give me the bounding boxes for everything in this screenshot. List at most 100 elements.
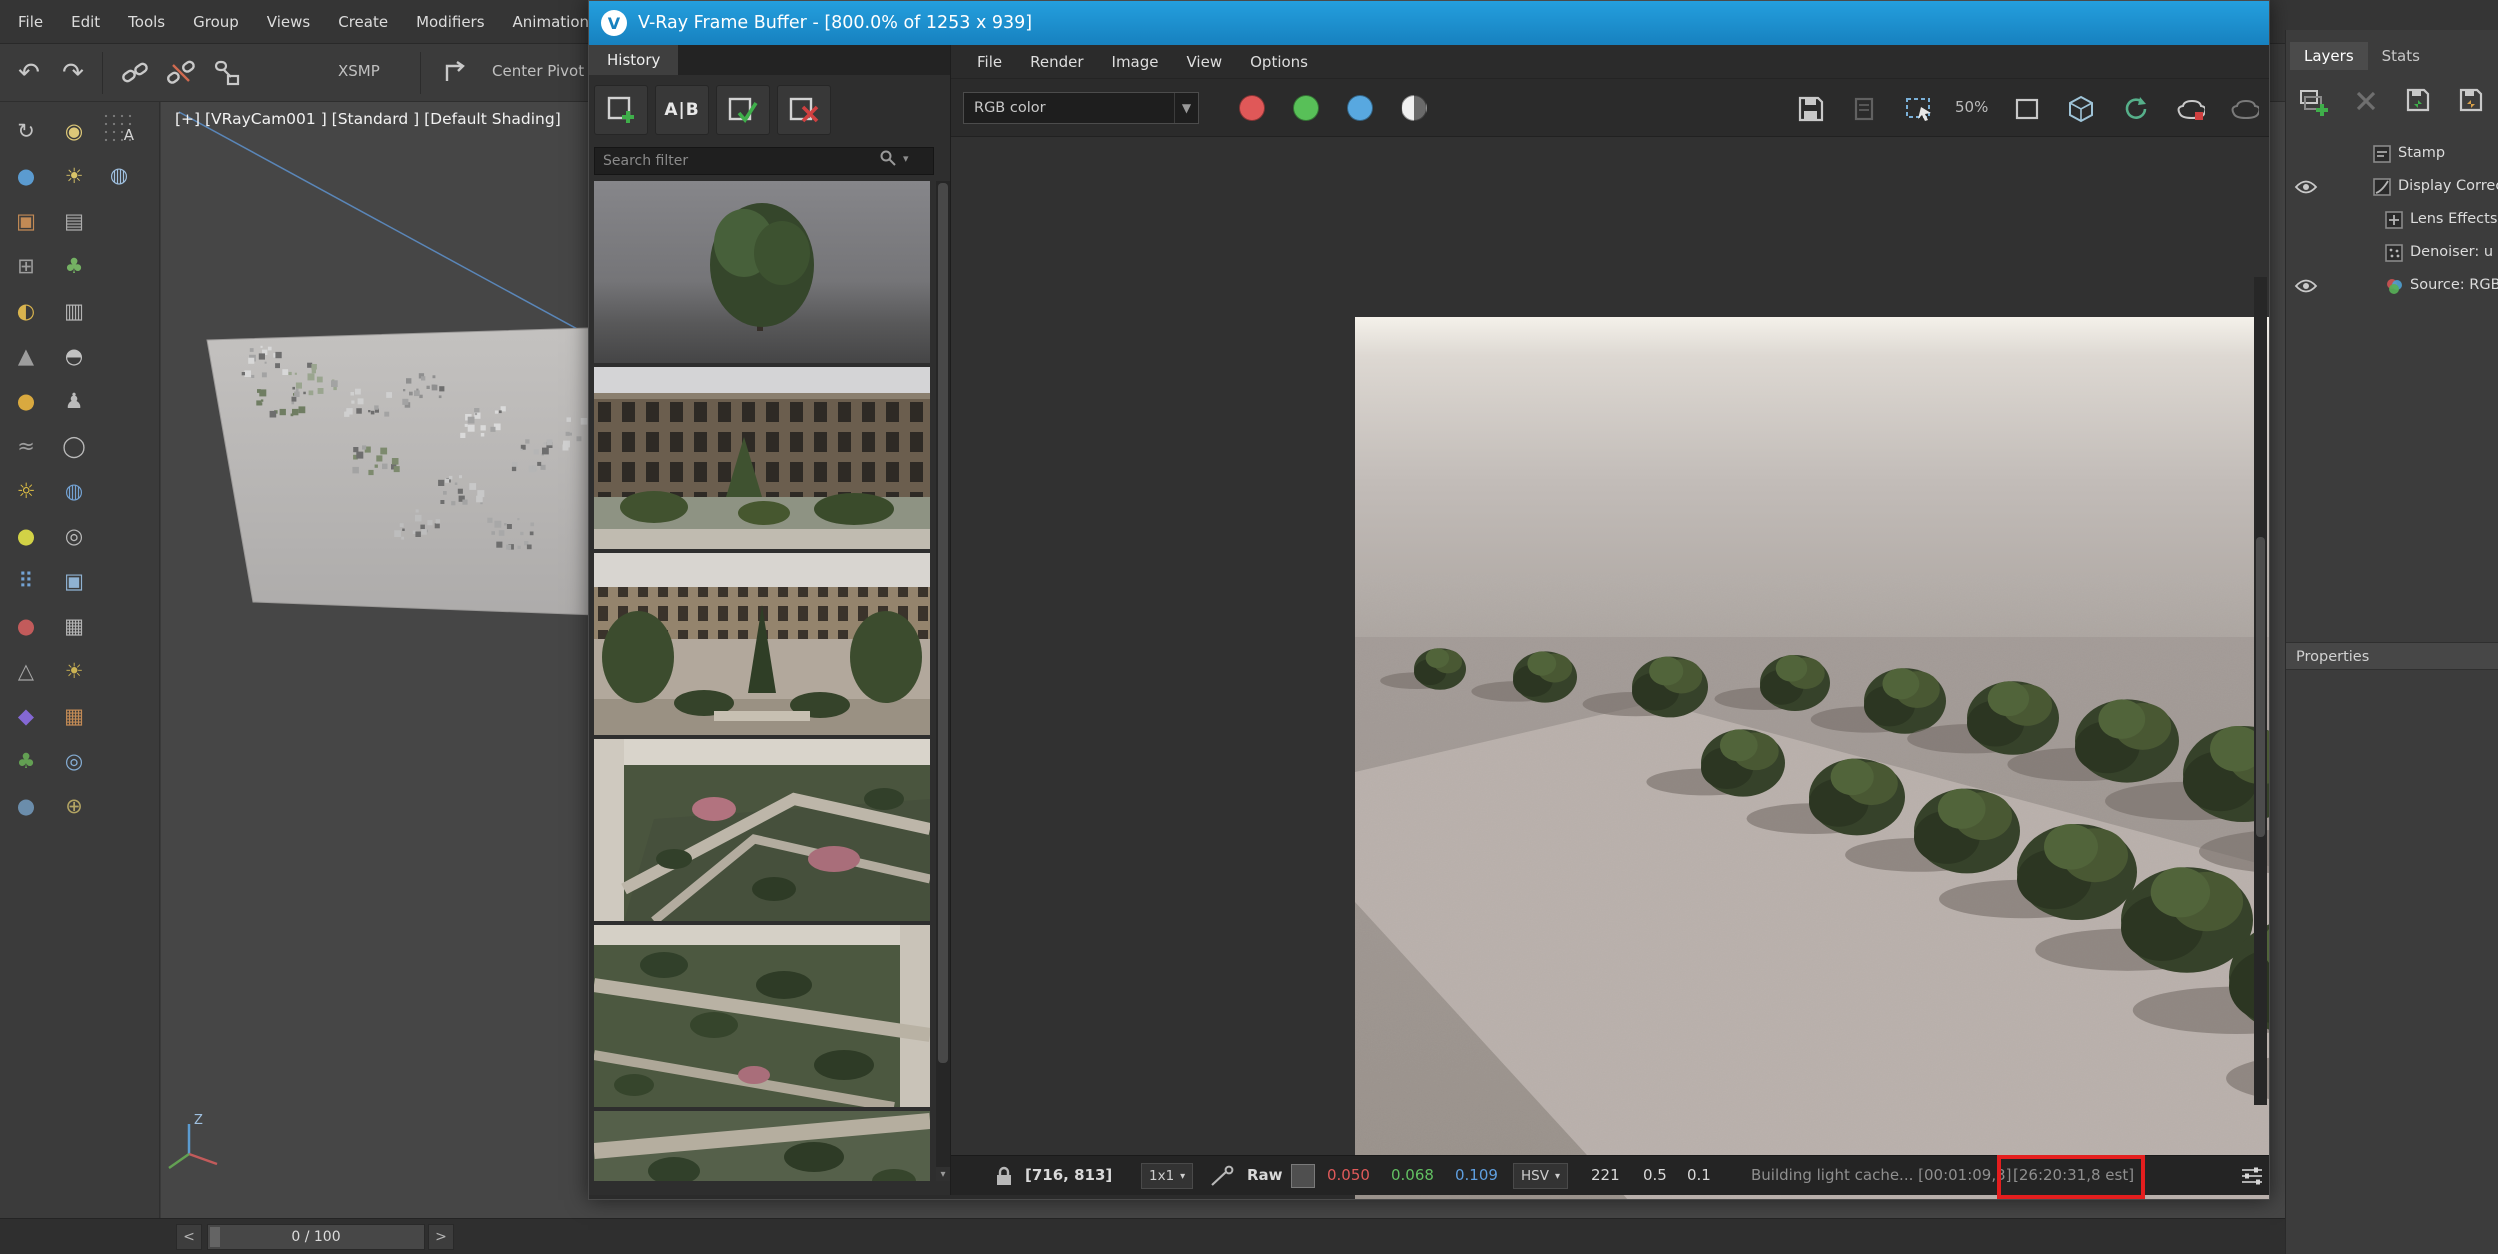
time-slider-handle[interactable] [210,1227,220,1247]
layer-row-lens-effects[interactable]: Lens Effects [2286,204,2498,237]
prev-frame-button[interactable]: < [176,1224,202,1250]
load-layer-tree-icon[interactable] [2451,80,2493,122]
alpha-channel-button[interactable] [1401,95,1427,121]
render-vertical-scrollbar[interactable] [2254,277,2267,1105]
material-ball-icon[interactable]: ◐ [7,292,45,330]
zoom-level-label[interactable]: 50% [1955,98,1988,116]
eye-icon[interactable] [2294,179,2318,199]
plant-icon[interactable]: ♣ [7,742,45,780]
nav-sphere-icon[interactable]: ● [7,787,45,825]
wave-icon[interactable]: ≈ [7,427,45,465]
sun-bright-icon[interactable]: ☼ [7,472,45,510]
layer-row-source-rgb[interactable]: Source: RGB [2286,270,2498,303]
vfb-menu-file[interactable]: File [963,45,1016,78]
render-canvas-area[interactable] [951,137,2269,1199]
red-sphere-icon[interactable]: ● [7,607,45,645]
region-render-icon[interactable] [1899,91,1939,127]
wheel-icon[interactable]: ⊕ [55,787,93,825]
render-scrollbar-thumb[interactable] [2256,537,2265,837]
render-cube-icon[interactable] [2061,91,2101,127]
render-image[interactable] [1355,317,2270,1200]
history-scrollbar[interactable]: ▾ [936,181,950,1181]
search-icon[interactable] [879,149,897,167]
dots-grid-icon[interactable]: ⠿ [7,562,45,600]
history-thumbnail[interactable] [594,181,930,363]
hsv-mode-dropdown[interactable]: HSV ▾ [1513,1163,1568,1189]
camera-slate-icon[interactable]: ▤ [55,202,93,240]
vfb-menu-image[interactable]: Image [1098,45,1173,78]
redo-icon[interactable]: ↷ [54,54,92,92]
tab-stats[interactable]: Stats [2368,42,2434,70]
vfb-menu-options[interactable]: Options [1236,45,1322,78]
search-filter-caret-icon[interactable]: ▾ [903,152,909,165]
unlink-selection-icon[interactable] [162,54,200,92]
set-a-button[interactable] [716,85,770,135]
select-and-link-icon[interactable] [116,54,154,92]
menu-tools[interactable]: Tools [114,0,179,44]
copy-image-icon[interactable] [1845,91,1885,127]
vfb-title-bar[interactable]: V V-Ray Frame Buffer - [800.0% of 1253 x… [589,1,2269,45]
helper-icon[interactable]: ◓ [55,337,93,375]
light-bulb-icon[interactable]: ◉ [55,112,93,150]
history-thumbnail[interactable] [594,925,930,1107]
history-scrollbar-thumb[interactable] [938,183,948,1063]
properties-header[interactable]: Properties [2286,642,2498,670]
menu-group[interactable]: Group [179,0,253,44]
menu-edit[interactable]: Edit [57,0,114,44]
remove-from-history-button[interactable] [777,85,831,135]
sun-small-icon[interactable]: ☀ [55,652,93,690]
tab-history[interactable]: History [589,45,679,75]
notebook-icon[interactable]: ▥ [55,292,93,330]
save-to-history-button[interactable] [594,85,648,135]
eye-icon[interactable] [2294,278,2318,298]
tab-layers[interactable]: Layers [2290,42,2368,70]
channel-select-dropdown[interactable]: RGB color ▼ [963,92,1199,124]
save-image-icon[interactable] [1791,91,1831,127]
layer-row-stamp[interactable]: Stamp [2286,138,2498,171]
sun-icon[interactable]: ☀ [55,157,93,195]
angle-snap-icon[interactable]: ◍ [102,158,136,192]
bind-to-space-warp-icon[interactable] [208,54,246,92]
image-icon[interactable]: ▣ [7,202,45,240]
render-last-teapot-icon[interactable] [2169,91,2209,127]
history-thumbnail[interactable] [594,553,930,735]
grid-snap-icon[interactable]: ⊞ [7,247,45,285]
delete-layer-icon[interactable] [2345,80,2387,122]
viewport-label[interactable]: [+] [VRayCam001 ] [Standard ] [Default S… [175,110,561,128]
blue-channel-button[interactable] [1347,95,1373,121]
layer-row-display-correction[interactable]: Display Correction [2286,171,2498,204]
lock-icon[interactable] [993,1164,1015,1192]
abort-render-teapot-icon[interactable] [2223,91,2263,127]
undo-icon[interactable]: ↶ [10,54,48,92]
status-options-icon[interactable] [2239,1164,2265,1192]
target-icon[interactable]: ◎ [55,517,93,555]
history-thumbnail[interactable] [594,1111,930,1181]
vfb-menu-render[interactable]: Render [1016,45,1097,78]
red-channel-button[interactable] [1239,95,1265,121]
snap-grid-a-icon[interactable]: A [102,112,136,146]
time-slider[interactable]: 0 / 100 [207,1224,425,1250]
vfb-menu-view[interactable]: View [1173,45,1237,78]
menu-views[interactable]: Views [253,0,324,44]
figure-icon[interactable]: ♟ [55,382,93,420]
color-picker-icon[interactable] [1209,1164,1235,1192]
corner-pivot-icon[interactable] [436,54,474,92]
sample-size-dropdown[interactable]: 1x1 ▾ [1141,1163,1194,1189]
monitor-icon[interactable]: ▣ [55,562,93,600]
menu-modifiers[interactable]: Modifiers [402,0,498,44]
geosphere-icon[interactable]: ◍ [55,472,93,510]
triangle-outline-icon[interactable]: △ [7,652,45,690]
group-box-icon[interactable]: ▦ [55,607,93,645]
cone-icon[interactable]: ▲ [7,337,45,375]
layer-row-denoiser[interactable]: Denoiser: u [2286,237,2498,270]
save-layer-tree-icon[interactable] [2398,80,2440,122]
ab-compare-button[interactable]: A|B [655,85,709,135]
history-thumbnail[interactable] [594,367,930,549]
green-channel-button[interactable] [1293,95,1319,121]
rotate-view-icon[interactable]: ↻ [7,112,45,150]
yellow-sphere-icon[interactable]: ● [7,517,45,555]
menu-create[interactable]: Create [324,0,402,44]
scroll-down-icon[interactable]: ▾ [936,1167,950,1181]
tree-icon[interactable]: ♣ [55,247,93,285]
sphere-blue-icon[interactable]: ● [7,157,45,195]
